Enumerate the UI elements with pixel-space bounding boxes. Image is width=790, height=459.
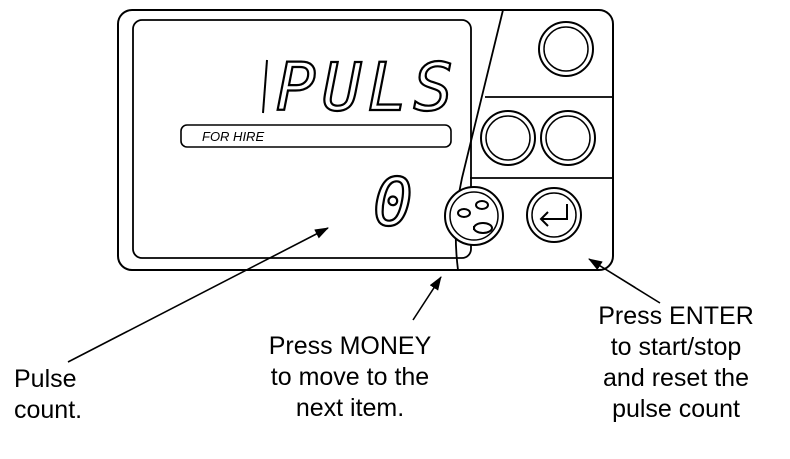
mode-text: PULS	[276, 49, 459, 126]
money-button[interactable]	[444, 186, 504, 246]
middle-right-button[interactable]	[540, 110, 596, 166]
caption-line: pulse count	[612, 395, 740, 423]
caption-line: count.	[14, 396, 83, 424]
top-button[interactable]	[538, 21, 594, 77]
middle-left-button[interactable]	[480, 110, 536, 166]
pulse-count-value: 0	[373, 164, 413, 241]
caption-line: Pulse	[14, 365, 77, 393]
money-arrow	[412, 276, 442, 321]
caption-line: Press ENTER	[598, 302, 754, 330]
enter-button[interactable]	[526, 187, 582, 243]
caption-line: and reset the	[603, 364, 749, 392]
enter-caption: Press ENTER to start/stop and reset the …	[576, 301, 776, 425]
caption-line: to move to the	[270, 363, 430, 391]
pulse-count-caption: Pulse count.	[14, 364, 82, 426]
caption-line: Press MONEY	[268, 332, 432, 360]
tariff-label: FOR HIRE	[202, 129, 264, 144]
money-caption: Press MONEY to move to the next item.	[250, 331, 450, 424]
enter-arrow	[588, 258, 661, 304]
caption-line: next item.	[295, 394, 405, 422]
caption-line: to start/stop	[610, 333, 742, 361]
